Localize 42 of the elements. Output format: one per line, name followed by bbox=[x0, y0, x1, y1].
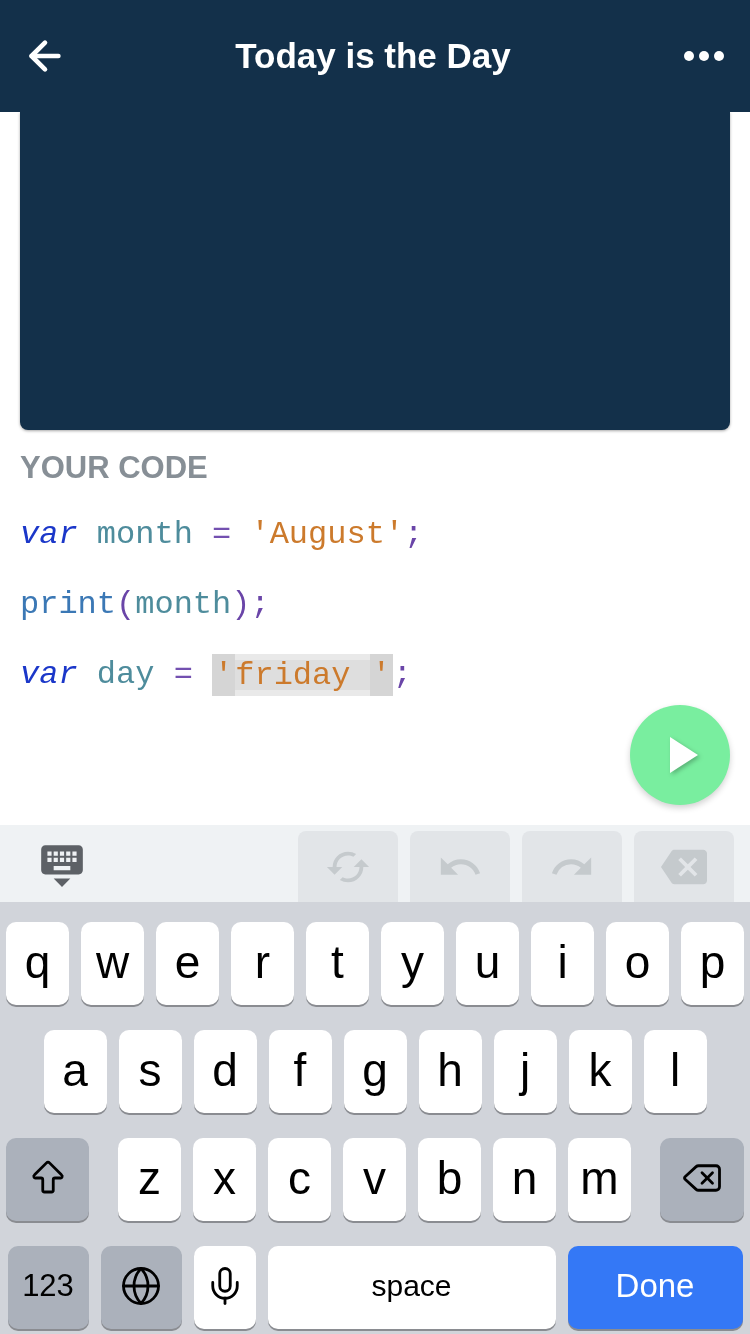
letter-key[interactable]: t bbox=[306, 922, 369, 1005]
more-icon[interactable] bbox=[684, 51, 724, 61]
letter-key[interactable]: l bbox=[643, 1030, 707, 1113]
letter-key[interactable]: x bbox=[193, 1138, 256, 1221]
letter-key[interactable]: g bbox=[343, 1030, 407, 1113]
globe-icon bbox=[120, 1264, 162, 1307]
code-text: var month = 'August'; bbox=[20, 515, 424, 555]
microphone-key[interactable] bbox=[193, 1246, 256, 1329]
letter-key[interactable]: p bbox=[681, 922, 744, 1005]
letter-key[interactable]: q bbox=[6, 922, 69, 1005]
screen-title: Today is the Day bbox=[235, 35, 511, 77]
letter-key[interactable]: i bbox=[531, 922, 594, 1005]
letter-key[interactable]: v bbox=[343, 1138, 406, 1221]
letter-key[interactable]: j bbox=[493, 1030, 557, 1113]
letter-key[interactable]: a bbox=[43, 1030, 107, 1113]
letter-key[interactable]: k bbox=[568, 1030, 632, 1113]
letter-key[interactable]: o bbox=[606, 922, 669, 1005]
code-text: var day = bbox=[20, 655, 194, 695]
letter-key[interactable]: w bbox=[81, 922, 144, 1005]
letter-key[interactable]: h bbox=[418, 1030, 482, 1113]
letter-key[interactable]: m bbox=[568, 1138, 631, 1221]
letter-key[interactable]: e bbox=[156, 922, 219, 1005]
letter-key[interactable]: b bbox=[418, 1138, 481, 1221]
letter-key[interactable]: c bbox=[268, 1138, 331, 1221]
backspace-key[interactable] bbox=[660, 1138, 744, 1221]
letter-key[interactable]: z bbox=[118, 1138, 181, 1221]
letter-key[interactable]: y bbox=[381, 922, 444, 1005]
done-button[interactable]: Done bbox=[567, 1246, 743, 1329]
letter-key[interactable]: n bbox=[493, 1138, 556, 1221]
play-icon bbox=[670, 737, 698, 773]
letter-key[interactable]: d bbox=[193, 1030, 257, 1113]
space-key[interactable]: space bbox=[267, 1246, 556, 1329]
shift-key[interactable] bbox=[6, 1138, 89, 1221]
code-text: ; bbox=[392, 655, 413, 695]
globe-key[interactable] bbox=[100, 1246, 182, 1329]
section-heading: YOUR CODE bbox=[20, 449, 208, 487]
letter-key[interactable]: f bbox=[268, 1030, 332, 1113]
letter-key[interactable]: s bbox=[118, 1030, 182, 1113]
letter-key[interactable]: r bbox=[231, 922, 294, 1005]
code-text: print(month); bbox=[20, 585, 270, 625]
letter-key[interactable]: u bbox=[456, 922, 519, 1005]
numbers-key[interactable]: 123 bbox=[7, 1246, 89, 1329]
